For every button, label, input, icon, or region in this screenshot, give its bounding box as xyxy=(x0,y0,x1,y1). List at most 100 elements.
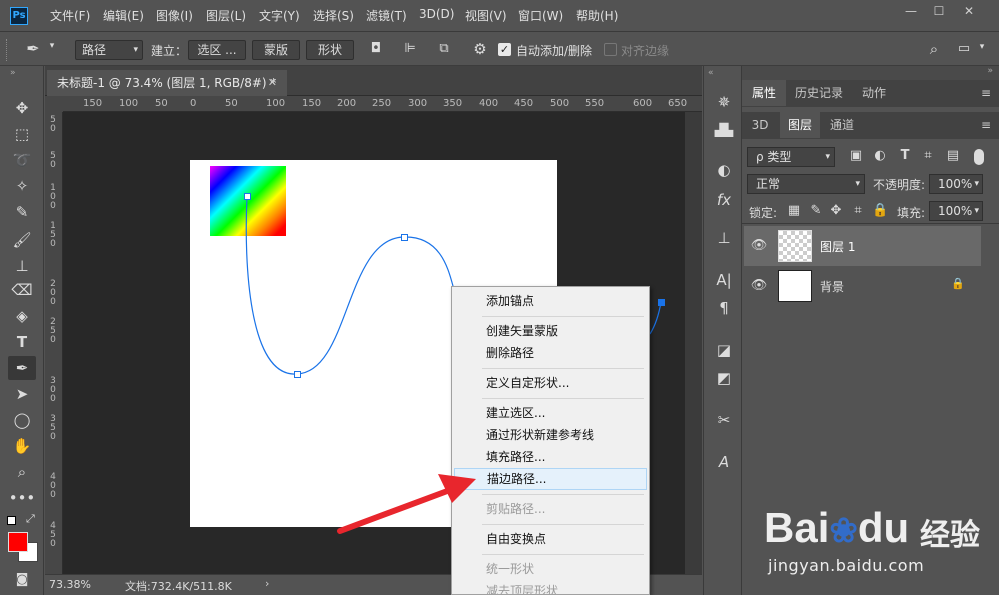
close-button[interactable]: ✕ xyxy=(956,2,982,20)
vertical-scrollbar[interactable] xyxy=(685,112,702,574)
adjustments-panel-icon[interactable]: ◐ xyxy=(712,158,736,182)
panel-menu-icon[interactable]: ≡ xyxy=(981,118,991,132)
chevron-down-icon[interactable]: ▾ xyxy=(976,42,988,52)
layer-row-background[interactable]: 👁 背景 🔒 xyxy=(744,266,981,306)
menu-view[interactable]: 视图(V) xyxy=(465,7,507,24)
opacity-input[interactable]: 100% ▾ xyxy=(929,174,983,194)
maximize-button[interactable]: ☐ xyxy=(926,2,952,20)
menu-edit[interactable]: 编辑(E) xyxy=(103,7,144,24)
menu-layer[interactable]: 图层(L) xyxy=(206,7,246,24)
tab-3d[interactable]: 3D xyxy=(742,112,778,138)
menu-item-delete-path[interactable]: 删除路径 xyxy=(454,342,647,364)
collapse-icon[interactable]: « xyxy=(708,68,714,78)
mode-select[interactable]: 路径 ▾ xyxy=(75,40,143,60)
eraser-tool-icon[interactable]: ⌫ xyxy=(8,278,36,302)
selection-button[interactable]: 选区 ... xyxy=(188,40,246,60)
layer-filter-kind-select[interactable]: ρ 类型 ▾ xyxy=(747,147,835,167)
menu-help[interactable]: 帮助(H) xyxy=(576,7,618,24)
lasso-tool-icon[interactable]: ➰ xyxy=(8,148,36,172)
path-selection-tool-icon[interactable]: ➤ xyxy=(8,382,36,406)
zoom-level[interactable]: 73.38% xyxy=(49,578,91,591)
fill-input[interactable]: 100% ▾ xyxy=(929,201,983,221)
eye-icon[interactable]: 👁 xyxy=(750,278,768,293)
menu-image[interactable]: 图像(I) xyxy=(156,7,193,24)
eyedropper-tool-icon[interactable]: ✎ xyxy=(8,200,36,224)
histogram-panel-icon[interactable]: ▟▙ xyxy=(712,118,736,142)
chevron-down-icon[interactable]: ▾ xyxy=(46,41,58,51)
foreground-color-swatch[interactable] xyxy=(8,532,28,552)
collapse-toolbar-icon[interactable]: » xyxy=(10,68,16,78)
ellipse-tool-icon[interactable]: ◯ xyxy=(8,408,36,432)
navigator-panel-icon[interactable]: ✵ xyxy=(712,90,736,114)
brush-tool-icon[interactable]: 🖌 xyxy=(8,228,36,252)
tab-channels[interactable]: 通道 xyxy=(822,112,862,138)
collapse-icon[interactable]: » xyxy=(987,66,993,76)
grip-handle[interactable] xyxy=(6,39,9,61)
close-tab-icon[interactable]: ✕ xyxy=(268,70,277,96)
path-arrangement-icon[interactable]: ⧉ xyxy=(434,41,454,56)
lock-artboard-icon[interactable]: ⌗ xyxy=(850,203,866,218)
menu-item-make-selection[interactable]: 建立选区... xyxy=(454,402,647,424)
quick-mask-icon[interactable]: ◙ xyxy=(8,568,36,592)
pen-tool-icon[interactable]: ✒ xyxy=(8,356,36,380)
menu-item-clipping-path[interactable]: 剪贴路径... xyxy=(454,498,647,520)
menu-item-stroke-path[interactable]: 描边路径... xyxy=(454,468,647,490)
menu-item-free-transform-points[interactable]: 自由变换点 xyxy=(454,528,647,550)
document-info[interactable]: 文档:732.4K/511.8K xyxy=(125,578,232,594)
clone-source-panel-icon[interactable]: ⊥ xyxy=(712,226,736,250)
menu-item-create-vector-mask[interactable]: 创建矢量蒙版 xyxy=(454,320,647,342)
filter-pixel-icon[interactable]: ▣ xyxy=(848,148,864,163)
tab-layers[interactable]: 图层 xyxy=(780,112,820,138)
workspace-icon[interactable]: ▭ xyxy=(954,41,974,56)
horizontal-ruler[interactable]: 150 100 50 0 50 100 150 200 250 300 350 … xyxy=(63,96,702,112)
document-tab[interactable]: 未标题-1 @ 73.4% (图层 1, RGB/8#) * ✕ xyxy=(47,70,287,96)
mask-button[interactable]: 蒙版 xyxy=(252,40,300,60)
marquee-tool-icon[interactable]: ⬚ xyxy=(8,122,36,146)
type-tool-icon[interactable]: T xyxy=(8,330,36,354)
layer-name[interactable]: 背景 xyxy=(820,278,844,295)
hand-tool-icon[interactable]: ✋ xyxy=(8,434,36,458)
menu-item-add-anchor[interactable]: 添加锚点 xyxy=(454,290,647,312)
default-colors-icon[interactable] xyxy=(7,516,16,525)
paragraph-panel-icon[interactable]: ¶ xyxy=(712,296,736,320)
filter-shape-icon[interactable]: ⌗ xyxy=(920,148,936,163)
swap-colors-icon[interactable]: ⤢ xyxy=(26,512,35,526)
glyphs-panel-icon[interactable]: A xyxy=(712,450,736,474)
minimize-button[interactable]: — xyxy=(898,2,924,20)
menu-type[interactable]: 文字(Y) xyxy=(259,7,300,24)
paint-bucket-tool-icon[interactable]: ◈ xyxy=(8,304,36,328)
menu-item-unify-shapes[interactable]: 统一形状 xyxy=(454,558,647,580)
shape-button[interactable]: 形状 xyxy=(306,40,354,60)
more-tools-icon[interactable]: ••• xyxy=(8,486,36,510)
chevron-right-icon[interactable]: › xyxy=(265,577,269,590)
paragraph-styles-panel-icon[interactable]: ◪ xyxy=(712,338,736,362)
blend-mode-select[interactable]: 正常 ▾ xyxy=(747,174,865,194)
filter-adjustment-icon[interactable]: ◐ xyxy=(872,148,888,163)
layer-name[interactable]: 图层 1 xyxy=(820,238,855,255)
search-icon[interactable]: ⌕ xyxy=(924,40,944,58)
character-panel-icon[interactable]: A| xyxy=(712,268,736,292)
eye-icon[interactable]: 👁 xyxy=(750,238,768,253)
panel-menu-icon[interactable]: ≡ xyxy=(981,86,991,100)
menu-item-subtract-front-shape[interactable]: 减去顶层形状 xyxy=(454,580,647,594)
layer-row-layer1[interactable]: 👁 图层 1 xyxy=(744,226,981,266)
menu-3d[interactable]: 3D(D) xyxy=(419,7,454,21)
tool-presets-panel-icon[interactable]: ✂ xyxy=(712,408,736,432)
lock-all-icon[interactable]: 🔒 xyxy=(872,203,888,218)
menu-item-fill-path[interactable]: 填充路径... xyxy=(454,446,647,468)
zoom-tool-icon[interactable]: ⌕ xyxy=(8,460,36,484)
menu-window[interactable]: 窗口(W) xyxy=(518,7,563,24)
stamp-tool-icon[interactable]: ⊥ xyxy=(8,254,36,278)
path-operations-icon[interactable]: ◘ xyxy=(366,41,386,56)
filter-smart-object-icon[interactable]: ▤ xyxy=(945,148,961,163)
auto-add-delete-checkbox[interactable]: ✓ xyxy=(498,43,511,56)
tab-actions[interactable]: 动作 xyxy=(852,80,896,106)
align-edges-checkbox[interactable] xyxy=(604,43,617,56)
quick-selection-tool-icon[interactable]: ✧ xyxy=(8,174,36,198)
lock-position-icon[interactable]: ✥ xyxy=(828,203,844,218)
lock-transparent-pixels-icon[interactable]: ▦ xyxy=(786,203,802,218)
filter-toggle-icon[interactable] xyxy=(974,149,984,165)
lock-image-pixels-icon[interactable]: ✎ xyxy=(808,203,824,218)
vertical-ruler[interactable]: 5 0 5 0 1 0 0 1 5 0 2 0 0 2 5 0 3 0 0 3 … xyxy=(45,112,63,574)
menu-filter[interactable]: 滤镜(T) xyxy=(366,7,407,24)
